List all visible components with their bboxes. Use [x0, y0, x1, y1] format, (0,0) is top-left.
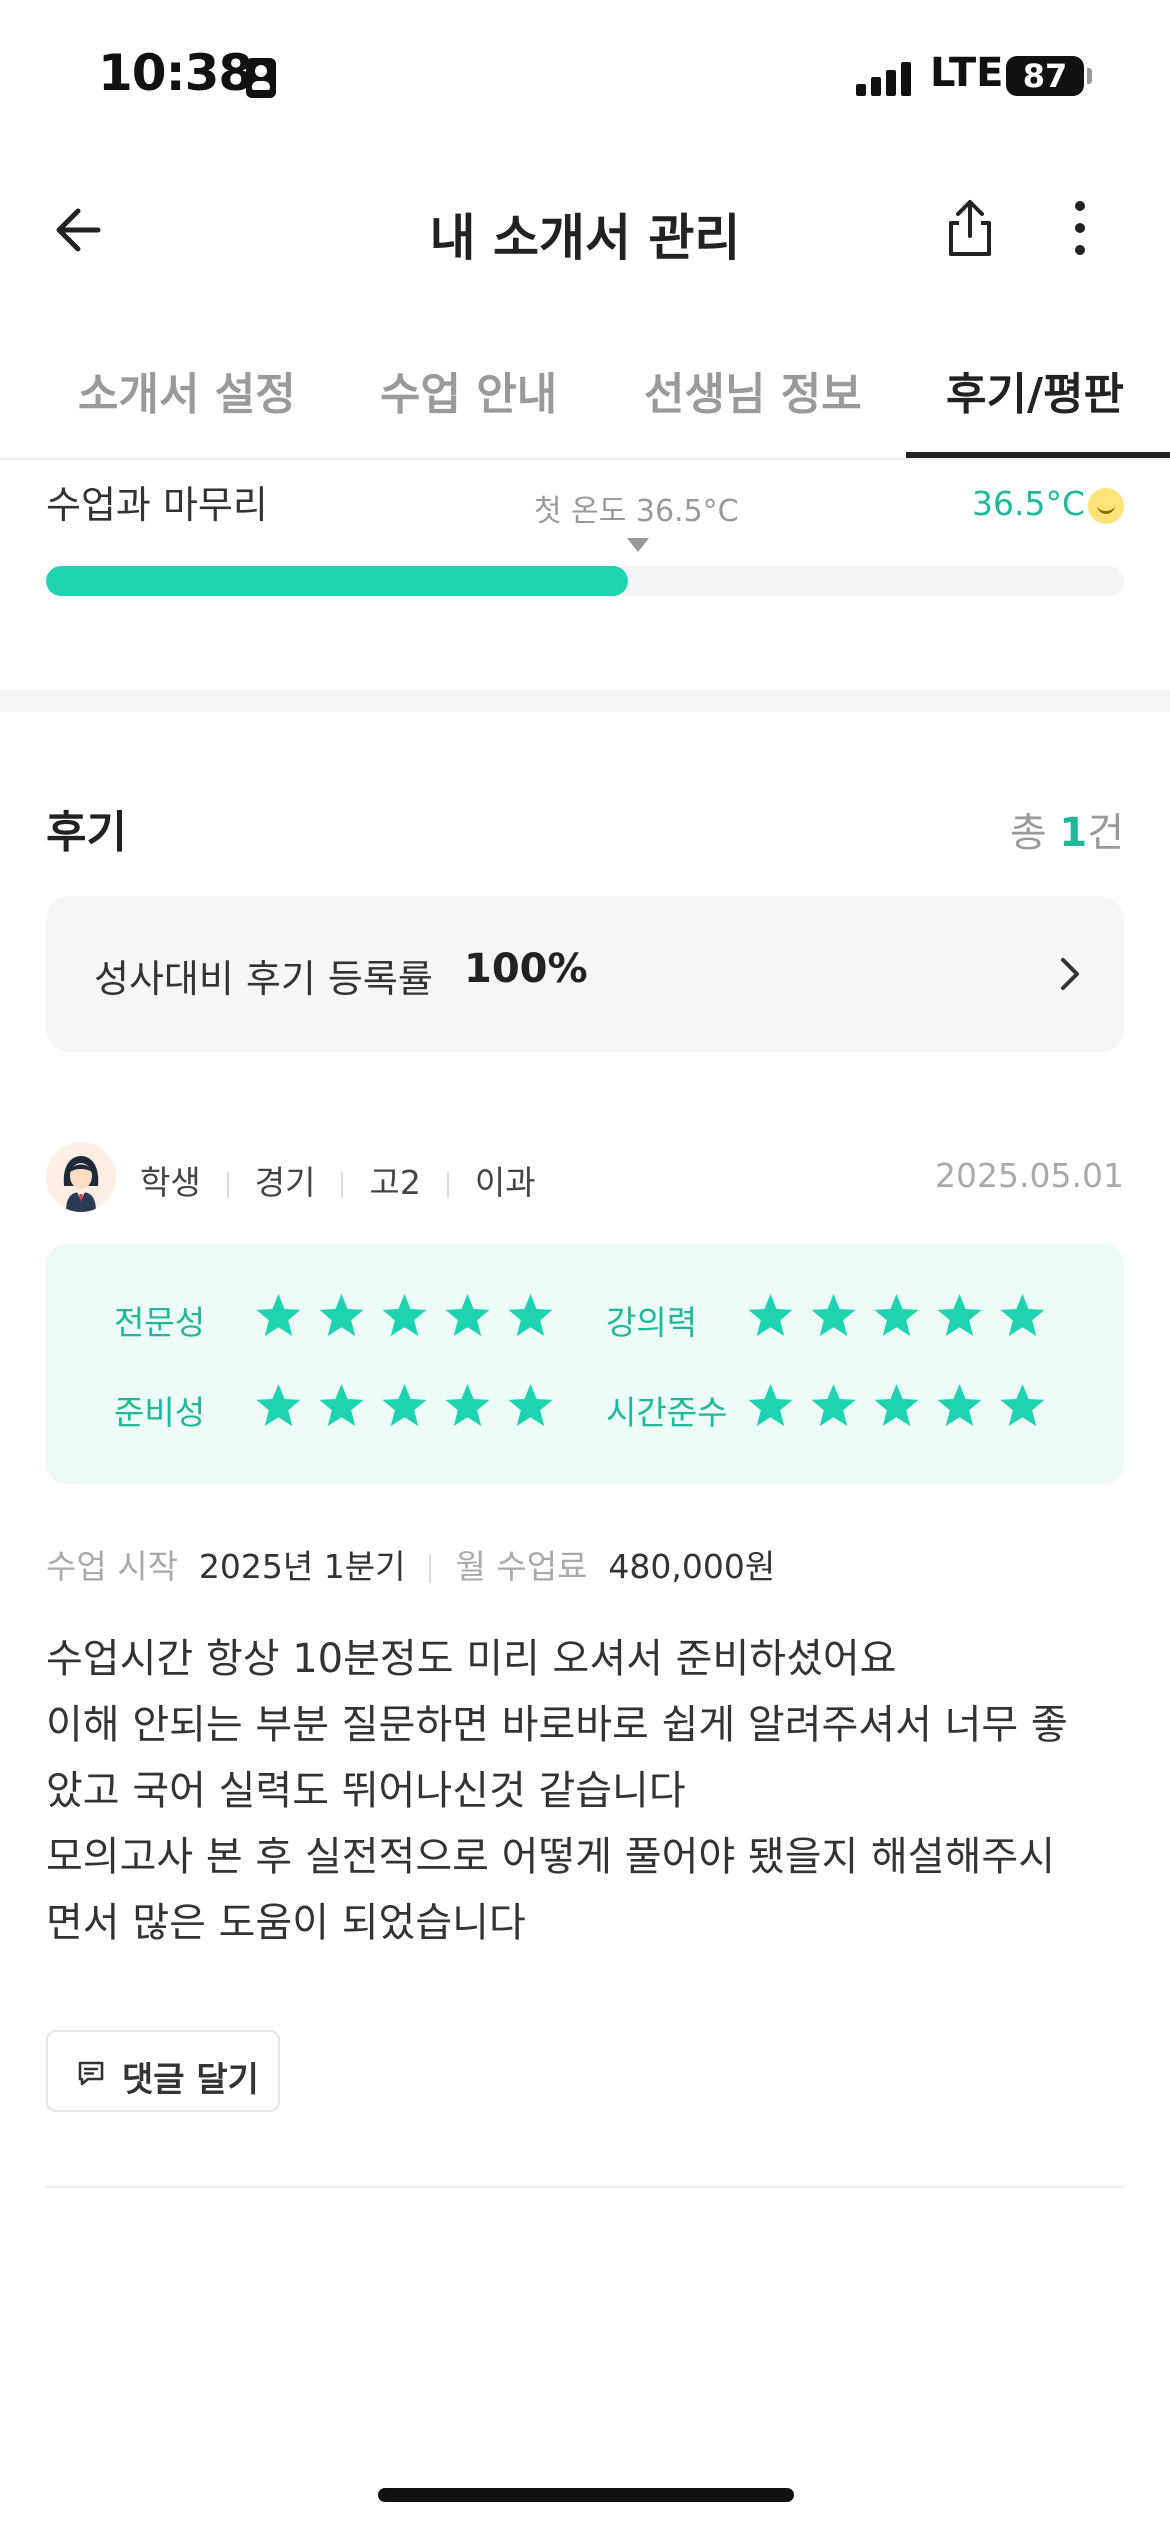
battery-icon: 87 — [1006, 56, 1084, 96]
star-icon — [319, 1294, 364, 1336]
meta-separator — [341, 1171, 344, 1198]
star-icon — [445, 1384, 490, 1426]
reviewer-role: 학생 — [140, 1163, 201, 1202]
star-icon — [319, 1384, 364, 1426]
first-temp-marker-icon — [627, 538, 649, 552]
star-icon — [256, 1294, 301, 1336]
star-icon — [748, 1384, 793, 1426]
reviewer-grade: 고2 — [369, 1163, 421, 1202]
review-line: 모의고사 본 후 실전적으로 어떻게 풀어야 됐을지 해설해주시 — [46, 1834, 1056, 1880]
review-body: 수업시간 항상 10분정도 미리 오셔서 준비하셨어요 이해 안되는 부분 질문… — [46, 1626, 1136, 1956]
section-divider — [0, 690, 1170, 712]
more-options-button[interactable] — [1055, 192, 1105, 264]
star-icon — [811, 1294, 856, 1336]
share-button[interactable] — [934, 192, 1006, 264]
reviewer-region: 경기 — [254, 1163, 316, 1202]
signal-icon — [856, 62, 916, 96]
first-temperature: 첫 온도 36.5°C — [534, 494, 739, 529]
star-icon — [1000, 1384, 1045, 1426]
id-card-icon — [246, 58, 276, 98]
review-divider — [46, 2186, 1124, 2188]
app-header: 내 소개서 관리 — [0, 170, 1170, 290]
score-label-preparation: 준비성 — [114, 1393, 206, 1432]
monthly-fee-value: 480,000원 — [608, 1547, 776, 1586]
meta-separator — [446, 1171, 449, 1198]
star-icon — [508, 1384, 553, 1426]
reviewer-meta: 학생 경기 고2 이과 — [140, 1156, 536, 1204]
review-line: 면서 많은 도움이 되었습니다 — [46, 1900, 526, 1946]
tab-bar: 소개서 설정 수업 안내 선생님 정보 후기/평판 — [0, 340, 1170, 460]
review-rate-value: 100% — [464, 946, 588, 992]
star-icon — [508, 1294, 553, 1336]
temperature-label: 수업과 마무리 — [46, 483, 268, 527]
star-icon — [1000, 1294, 1045, 1336]
network-type: LTE — [930, 50, 1004, 96]
reviews-count-number: 1 — [1059, 810, 1088, 856]
class-start-key: 수업 시작 — [46, 1547, 178, 1586]
tab-teacher-info[interactable]: 선생님 정보 — [644, 358, 862, 422]
active-tab-indicator — [906, 452, 1170, 458]
score-box: 전문성 강의력 준비성 시간준수 — [46, 1244, 1124, 1484]
temperature-bar — [46, 566, 1124, 596]
add-comment-label: 댓글 달기 — [122, 2060, 259, 2100]
stars-preparation — [254, 1382, 555, 1431]
add-comment-button[interactable]: 댓글 달기 — [46, 2030, 280, 2112]
star-icon — [445, 1294, 490, 1336]
reviews-count: 총 1건 — [1010, 800, 1124, 858]
status-time: 10:38 — [98, 44, 253, 102]
star-icon — [874, 1294, 919, 1336]
reviewer-track: 이과 — [474, 1163, 536, 1202]
reviews-count-prefix: 총 — [1009, 810, 1060, 856]
review-line: 수업시간 항상 10분정도 미리 오셔서 준비하셨어요 — [46, 1636, 897, 1682]
score-label-expertise: 전문성 — [114, 1303, 206, 1342]
monthly-fee-key: 월 수업료 — [455, 1547, 588, 1586]
star-icon — [382, 1294, 427, 1336]
more-vertical-icon — [1075, 201, 1085, 255]
score-label-punctuality: 시간준수 — [606, 1393, 728, 1432]
class-start-value: 2025년 1분기 — [198, 1547, 406, 1586]
battery-tip — [1087, 68, 1092, 84]
info-separator — [429, 1554, 432, 1583]
student-avatar-icon — [46, 1142, 116, 1212]
share-icon — [949, 200, 991, 256]
star-icon — [256, 1384, 301, 1426]
status-bar: 10:38 LTE 87 — [0, 0, 1170, 150]
review-line: 았고 국어 실력도 뛰어나신것 같습니다 — [46, 1768, 686, 1814]
reviews-title: 후기 — [46, 807, 127, 858]
home-indicator — [378, 2488, 794, 2502]
stars-expertise — [254, 1292, 555, 1341]
meta-separator — [226, 1171, 229, 1198]
star-icon — [382, 1384, 427, 1426]
review-date: 2025.05.01 — [935, 1156, 1124, 1195]
star-icon — [874, 1384, 919, 1426]
tab-profile-settings[interactable]: 소개서 설정 — [78, 358, 296, 422]
smile-emoji-icon — [1088, 488, 1124, 524]
tab-class-info[interactable]: 수업 안내 — [380, 358, 557, 422]
comment-icon — [78, 2061, 104, 2086]
review-line: 이해 안되는 부분 질문하면 바로바로 쉽게 알려주셔서 너무 좋 — [46, 1702, 1068, 1748]
star-icon — [937, 1294, 982, 1336]
reviews-count-suffix: 건 — [1087, 810, 1124, 856]
class-info: 수업 시작 2025년 1분기 월 수업료 480,000원 — [46, 1540, 775, 1588]
star-icon — [811, 1384, 856, 1426]
score-label-teaching: 강의력 — [606, 1303, 698, 1342]
stars-teaching — [746, 1292, 1047, 1341]
review-rate-label: 성사대비 후기 등록률 — [94, 957, 433, 1001]
star-icon — [748, 1294, 793, 1336]
chevron-right-icon — [1061, 958, 1079, 990]
review-rate-card[interactable]: 성사대비 후기 등록률 100% — [46, 896, 1124, 1052]
stars-punctuality — [746, 1382, 1047, 1431]
temperature-bar-fill — [46, 566, 629, 596]
star-icon — [937, 1384, 982, 1426]
temperature-value: 36.5°C — [972, 484, 1086, 523]
avatar — [46, 1142, 116, 1212]
tab-reviews[interactable]: 후기/평판 — [946, 358, 1124, 422]
